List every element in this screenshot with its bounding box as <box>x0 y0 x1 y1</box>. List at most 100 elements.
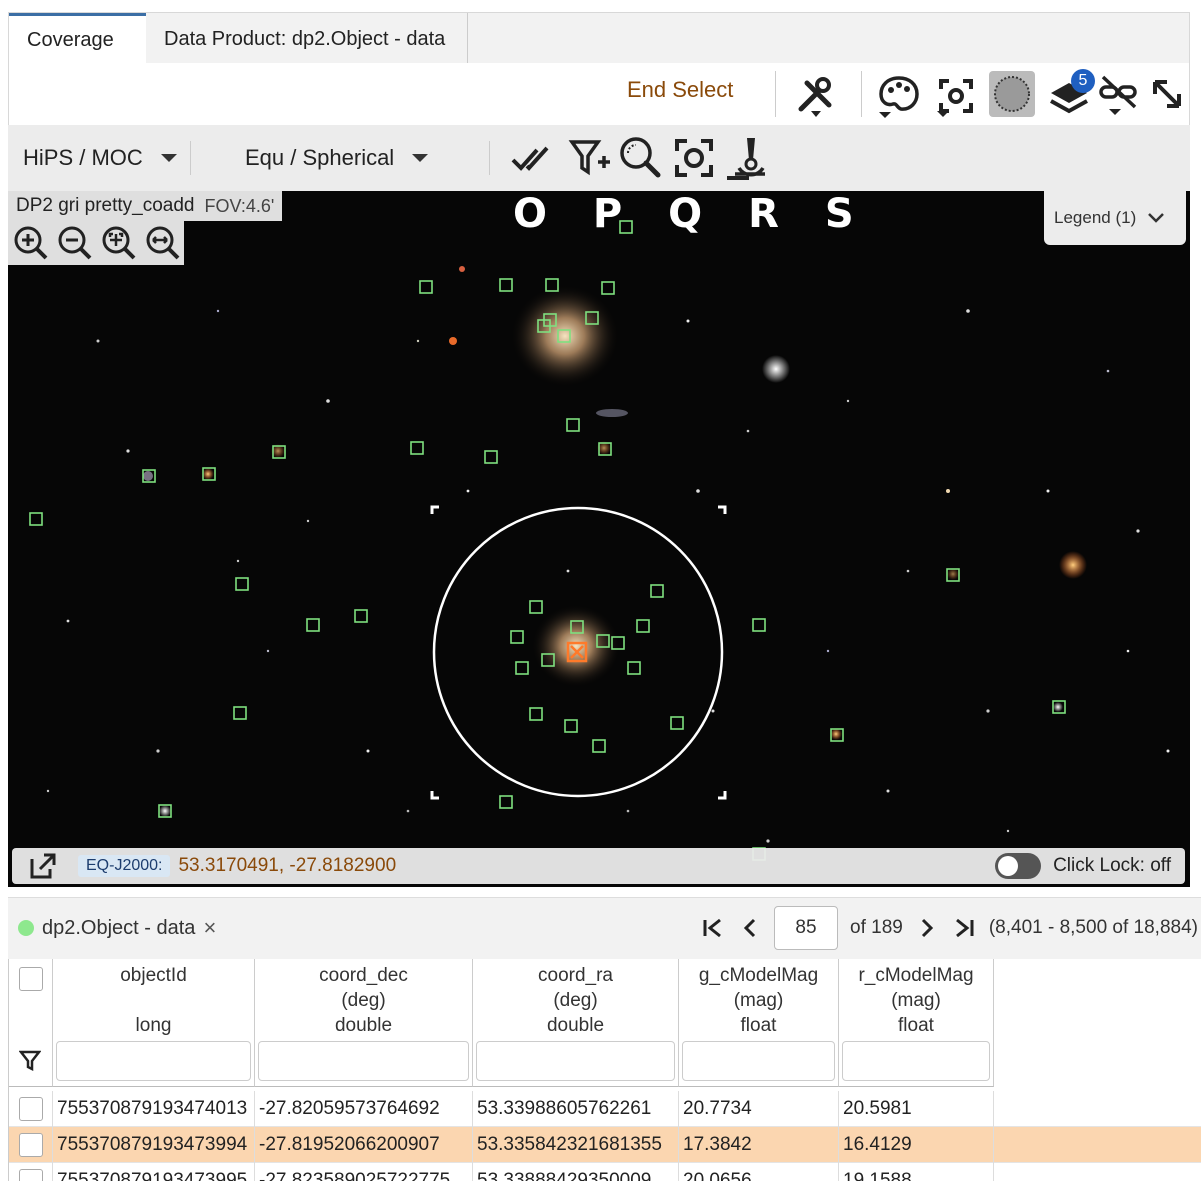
layers-icon[interactable]: 5 <box>1041 69 1097 121</box>
row-checkbox-cell <box>9 1127 53 1163</box>
table-row[interactable]: 755370879193473995 -27.823589025722775 5… <box>9 1163 1201 1181</box>
cell-objectid: 755370879193473995 <box>53 1163 255 1181</box>
bright-star <box>762 355 790 383</box>
click-lock-control[interactable]: Click Lock: off <box>995 848 1171 884</box>
column-type: float <box>740 1015 777 1036</box>
click-lock-toggle[interactable] <box>995 853 1042 879</box>
column-name: r_cModelMag <box>858 965 974 986</box>
table-tab[interactable]: dp2.Object - data × <box>18 898 216 958</box>
column-unit <box>53 988 254 1013</box>
overlay-letters: O P Q R S <box>513 191 870 237</box>
column-unit: (deg) <box>553 990 598 1011</box>
column-name: g_cModelMag <box>698 965 819 986</box>
row-checkbox[interactable] <box>18 1169 43 1181</box>
row-checkbox-cell <box>9 1163 53 1181</box>
chevron-down-icon <box>412 154 429 162</box>
column-header-r-cmodelmag[interactable]: r_cModelMag (mag) float <box>839 959 994 1087</box>
last-page-icon[interactable] <box>951 916 977 940</box>
first-page-icon[interactable] <box>700 916 726 940</box>
recenter-icon[interactable] <box>931 71 981 121</box>
column-header-objectid[interactable]: objectId long <box>53 959 255 1087</box>
hips-moc-dropdown[interactable]: HiPS / MOC <box>23 125 177 191</box>
table-header-bar: dp2.Object - data × 85 of 189 (8,401 - 8… <box>8 897 1201 959</box>
tab-data-product[interactable]: Data Product: dp2.Object - data <box>146 13 468 65</box>
image-toolbar: End Select 5 <box>8 63 1190 125</box>
cell-g-cmodelmag: 17.3842 <box>679 1127 839 1163</box>
cell-g-cmodelmag: 20.0656 <box>679 1163 839 1181</box>
coordsys-dropdown[interactable]: Equ / Spherical <box>245 125 429 191</box>
column-type: double <box>546 1015 605 1036</box>
sky-image[interactable] <box>8 191 1190 887</box>
palette-icon[interactable] <box>873 71 925 121</box>
column-header-coord-ra[interactable]: coord_ra (deg) double <box>473 959 679 1087</box>
zoom-controls <box>8 221 184 265</box>
next-page-icon[interactable] <box>915 916 939 940</box>
unlock-link-icon[interactable] <box>1097 71 1141 121</box>
prev-page-icon[interactable] <box>738 916 762 940</box>
microscope-icon[interactable] <box>723 133 773 183</box>
cell-coord-dec: -27.823589025722775 <box>255 1163 473 1181</box>
filter-add-icon[interactable] <box>566 135 614 181</box>
column-name: coord_ra <box>538 965 613 986</box>
zoom-to-selection-icon[interactable] <box>616 133 664 181</box>
column-filter-input[interactable] <box>476 1041 675 1081</box>
cell-coord-dec: -27.82059573764692 <box>255 1091 473 1127</box>
cell-coord-ra: 53.33988605762261 <box>473 1091 679 1127</box>
select-column-header <box>9 959 53 1087</box>
column-filter-input[interactable] <box>842 1041 990 1081</box>
page-count: of 189 <box>850 917 903 938</box>
edge-on-galaxy <box>596 409 628 417</box>
chevron-down-icon <box>160 154 177 162</box>
layers-count-badge: 5 <box>1071 69 1095 93</box>
cell-r-cmodelmag: 19.1588 <box>839 1163 994 1181</box>
toolbar-divider <box>861 71 862 117</box>
column-filter-input[interactable] <box>258 1041 469 1081</box>
tab-coverage[interactable]: Coverage <box>9 13 146 65</box>
fov-label: FOV:4.6' <box>204 195 275 216</box>
column-filter-input[interactable] <box>56 1041 251 1081</box>
cell-r-cmodelmag: 20.5981 <box>839 1091 994 1127</box>
cell-objectid: 755370879193474013 <box>53 1091 255 1127</box>
table-row[interactable]: 755370879193474013 -27.82059573764692 53… <box>9 1091 1201 1127</box>
expand-icon[interactable] <box>1145 71 1189 117</box>
open-external-icon[interactable] <box>26 849 60 883</box>
pager: 85 of 189 (8,401 - 8,500 of 18,884) <box>700 906 1198 950</box>
zoom-fit-icon[interactable] <box>100 224 138 262</box>
end-select-button[interactable]: End Select <box>627 77 733 103</box>
legend-button[interactable]: Legend (1) <box>1044 191 1186 245</box>
tab-data-product-label: Data Product: dp2.Object - data <box>164 27 446 50</box>
table-row-selected[interactable]: 755370879193473994 -27.81952066200907 53… <box>9 1127 1201 1163</box>
crop-icon[interactable] <box>671 135 717 181</box>
zoom-fill-icon[interactable] <box>144 224 182 262</box>
row-checkbox[interactable] <box>18 1133 43 1157</box>
column-name: objectId <box>120 965 187 986</box>
status-bar: EQ-J2000: 53.3170491, -27.8182900 Click … <box>12 848 1185 884</box>
cell-coord-dec: -27.81952066200907 <box>255 1127 473 1163</box>
check-select-icon[interactable] <box>508 137 558 181</box>
close-icon[interactable]: × <box>203 915 216 941</box>
toolbar-divider <box>190 141 191 175</box>
page-input[interactable]: 85 <box>774 906 838 950</box>
filter-icon[interactable] <box>19 1049 41 1071</box>
circle-selection-icon[interactable] <box>989 71 1035 117</box>
select-all-checkbox[interactable] <box>18 967 43 991</box>
column-header-g-cmodelmag[interactable]: g_cModelMag (mag) float <box>679 959 839 1087</box>
zoom-out-icon[interactable] <box>56 224 94 262</box>
table-color-dot <box>18 920 34 936</box>
column-unit: (deg) <box>341 990 386 1011</box>
zoom-in-icon[interactable] <box>12 224 50 262</box>
column-header-coord-dec[interactable]: coord_dec (deg) double <box>255 959 473 1087</box>
tab-bar: Coverage Data Product: dp2.Object - data <box>8 12 1190 65</box>
legend-label: Legend (1) <box>1054 208 1137 227</box>
table-title: dp2.Object - data <box>42 916 196 939</box>
row-checkbox[interactable] <box>18 1097 43 1121</box>
row-checkbox-cell <box>9 1091 53 1127</box>
column-type: double <box>334 1015 393 1036</box>
column-filter-input[interactable] <box>682 1041 835 1081</box>
column-unit: (mag) <box>733 990 784 1011</box>
image-viewer[interactable]: DP2 gri pretty_coadd FOV:4.6' O P Q R S … <box>8 191 1190 887</box>
tools-icon[interactable] <box>791 71 841 121</box>
cell-r-cmodelmag: 16.4129 <box>839 1127 994 1163</box>
image-title: DP2 gri pretty_coadd <box>16 195 195 216</box>
column-name: coord_dec <box>319 965 408 986</box>
